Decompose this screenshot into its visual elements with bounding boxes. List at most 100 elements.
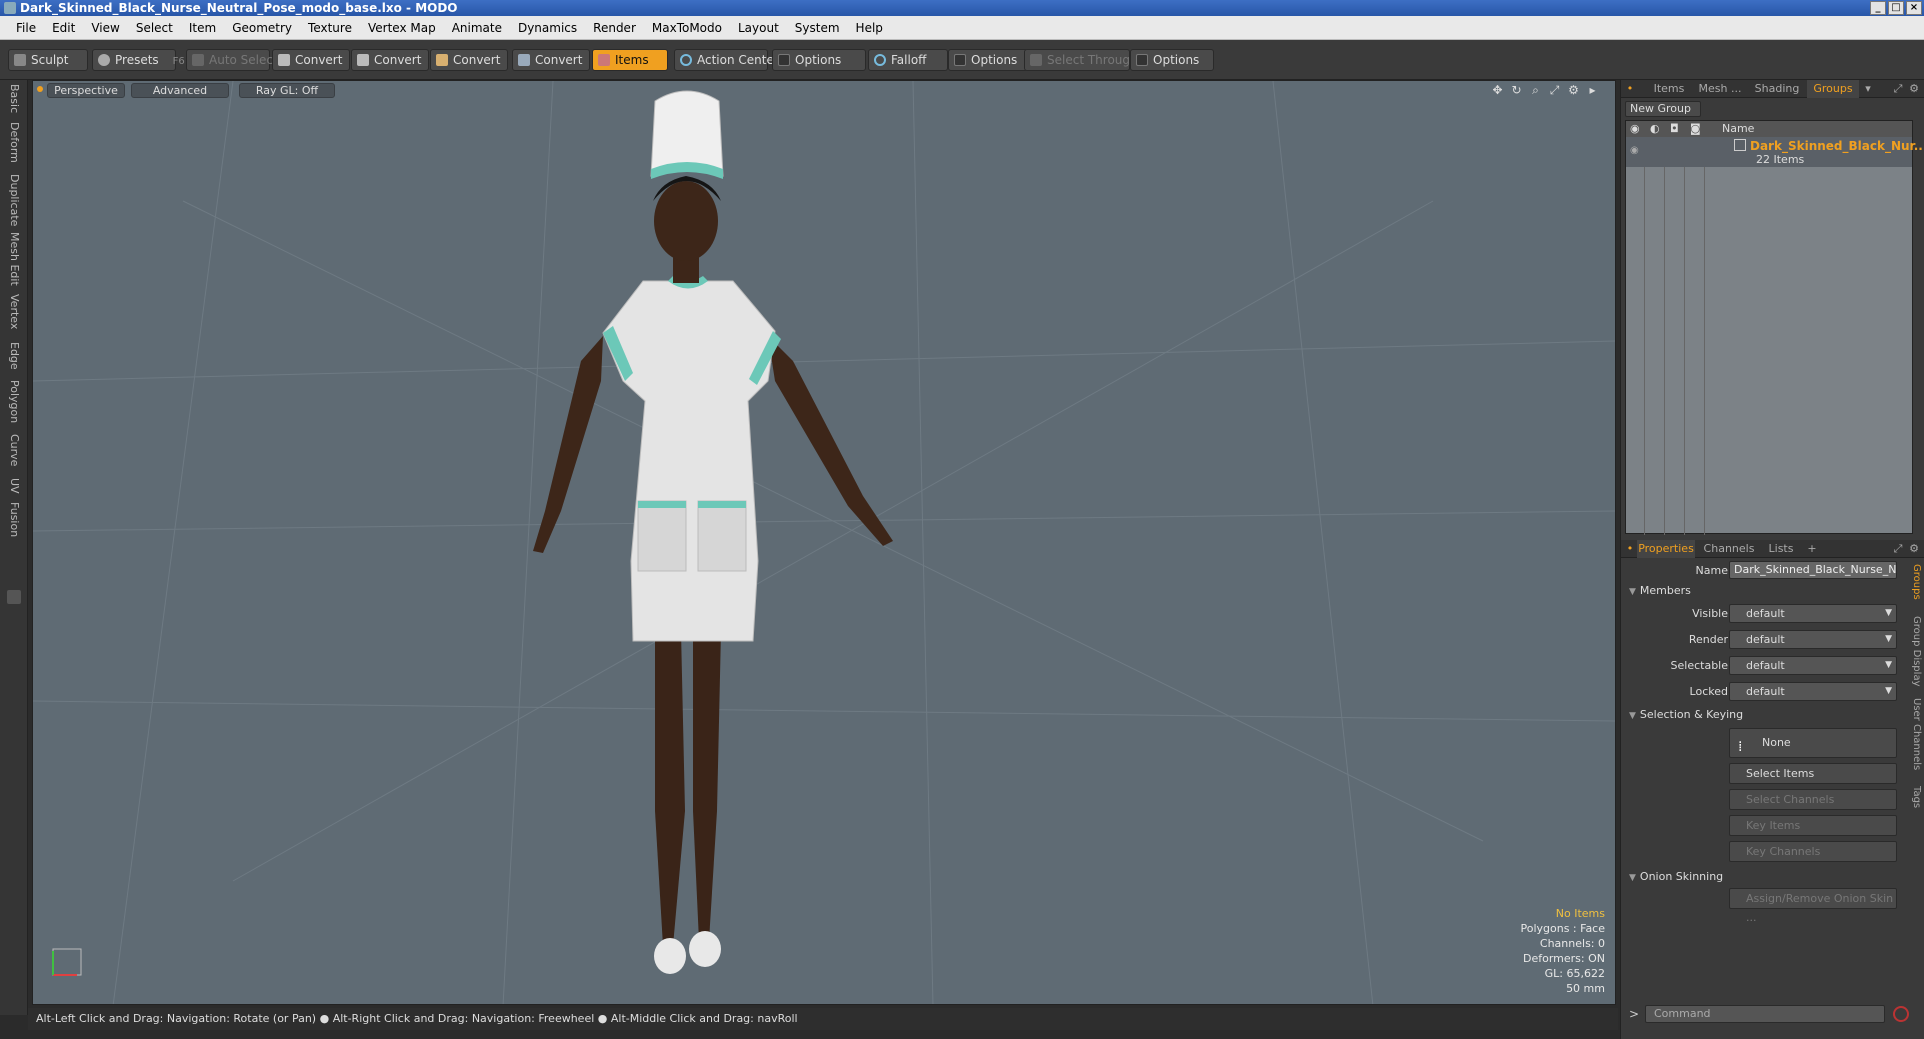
menu-geometry[interactable]: Geometry bbox=[232, 21, 292, 35]
tab-lists[interactable]: Lists bbox=[1761, 540, 1801, 558]
tab-uv[interactable]: UV bbox=[4, 478, 24, 494]
visible-dropdown[interactable]: default ▼ bbox=[1729, 604, 1897, 623]
zoom-icon[interactable]: ⌕ bbox=[1529, 84, 1542, 97]
action-center-options-button[interactable]: Options bbox=[772, 49, 866, 71]
panel-toggle-icon[interactable] bbox=[7, 590, 21, 604]
selectable-dropdown[interactable]: default ▼ bbox=[1729, 656, 1897, 675]
expand-icon[interactable]: ⤢ bbox=[1891, 540, 1905, 558]
action-center-button[interactable]: Action Center bbox=[674, 49, 779, 71]
tab-channels[interactable]: Channels bbox=[1701, 540, 1757, 558]
new-group-button[interactable]: New Group bbox=[1625, 101, 1701, 117]
sculpt-button[interactable]: Sculpt bbox=[8, 49, 88, 71]
add-tab-icon[interactable]: + bbox=[1805, 540, 1819, 558]
tab-polygon[interactable]: Polygon bbox=[4, 380, 24, 423]
3d-viewport[interactable]: Perspective Advanced Ray GL: Off ✥ ↻ ⌕ ⤢… bbox=[32, 80, 1616, 1005]
select-through-options-button[interactable]: Options bbox=[1130, 49, 1214, 71]
tab-mesh-edit[interactable]: Mesh Edit bbox=[4, 232, 24, 286]
menu-dynamics[interactable]: Dynamics bbox=[518, 21, 577, 35]
menu-item[interactable]: Item bbox=[189, 21, 216, 35]
key-channels-button[interactable]: Key Channels bbox=[1729, 841, 1897, 862]
menu-maxtomodo[interactable]: MaxToModo bbox=[652, 21, 722, 35]
side-tab-user-channels[interactable]: User Channels bbox=[1908, 698, 1922, 770]
assign-onion-skin-button[interactable]: Assign/Remove Onion Skin ... bbox=[1729, 888, 1897, 924]
key-items-button[interactable]: Key Items bbox=[1729, 815, 1897, 836]
maximize-icon[interactable]: □ bbox=[1888, 1, 1904, 15]
locked-dropdown[interactable]: default ▼ bbox=[1729, 682, 1897, 701]
render-dropdown[interactable]: default ▼ bbox=[1729, 630, 1897, 649]
visibility-eye-icon[interactable]: ◉ bbox=[1630, 145, 1639, 156]
expand-arrow-icon[interactable]: ▸ bbox=[1586, 84, 1599, 97]
edge-cube-icon bbox=[357, 54, 369, 66]
raygl-button[interactable]: Ray GL: Off bbox=[239, 83, 335, 98]
menu-system[interactable]: System bbox=[795, 21, 840, 35]
menu-texture[interactable]: Texture bbox=[308, 21, 352, 35]
groups-list[interactable]: ◉ ◐ ◘ ◙ Name ◉ Dark_Skinned_Black_Nur...… bbox=[1625, 120, 1924, 535]
tab-edge[interactable]: Edge bbox=[4, 342, 24, 370]
presets-icon bbox=[98, 54, 110, 66]
render-icon[interactable]: ◐ bbox=[1650, 121, 1660, 137]
tab-curve[interactable]: Curve bbox=[4, 434, 24, 466]
convert-edge-button[interactable]: Convert bbox=[351, 49, 429, 71]
menu-file[interactable]: File bbox=[16, 21, 36, 35]
menu-view[interactable]: View bbox=[91, 21, 119, 35]
gear-icon[interactable]: ⚙ bbox=[1907, 540, 1921, 558]
viewport-menu-icon[interactable] bbox=[37, 86, 43, 92]
tab-properties[interactable]: Properties bbox=[1637, 540, 1695, 558]
side-tab-groups[interactable]: Groups bbox=[1908, 564, 1922, 600]
select-items-button[interactable]: Select Items bbox=[1729, 763, 1897, 784]
tab-deform[interactable]: Deform bbox=[4, 122, 24, 163]
members-section[interactable]: ▼ Members bbox=[1629, 584, 1691, 597]
perspective-button[interactable]: Perspective bbox=[47, 83, 125, 98]
convert-vertex-button[interactable]: Convert bbox=[272, 49, 350, 71]
rotate-icon[interactable]: ↻ bbox=[1510, 84, 1523, 97]
tab-mesh[interactable]: Mesh ... bbox=[1693, 80, 1747, 98]
close-icon[interactable]: × bbox=[1906, 1, 1922, 15]
tab-shading[interactable]: Shading bbox=[1749, 80, 1805, 98]
side-tab-group-display[interactable]: Group Display bbox=[1908, 616, 1922, 686]
select-icon[interactable]: ◙ bbox=[1690, 121, 1701, 137]
menu-animate[interactable]: Animate bbox=[452, 21, 502, 35]
tab-groups[interactable]: Groups bbox=[1807, 80, 1859, 98]
gear-icon[interactable]: ⚙ bbox=[1907, 80, 1921, 98]
menu-edit[interactable]: Edit bbox=[52, 21, 75, 35]
record-icon[interactable] bbox=[1893, 1006, 1909, 1022]
select-through-button[interactable]: Select Through bbox=[1024, 49, 1138, 71]
pan-icon[interactable]: ✥ bbox=[1491, 84, 1504, 97]
tab-fusion[interactable]: Fusion bbox=[4, 502, 24, 537]
items-mode-button[interactable]: Items bbox=[592, 49, 668, 71]
falloff-button[interactable]: Falloff bbox=[868, 49, 948, 71]
selection-keying-section[interactable]: ▼ Selection & Keying bbox=[1629, 708, 1743, 721]
panel-menu-icon[interactable]: • bbox=[1625, 540, 1635, 558]
eye-icon[interactable]: ◉ bbox=[1630, 121, 1640, 137]
minimize-icon[interactable]: _ bbox=[1870, 1, 1886, 15]
tab-items[interactable]: Items bbox=[1647, 80, 1691, 98]
name-field[interactable]: Dark_Skinned_Black_Nurse_Neut bbox=[1729, 561, 1897, 579]
tab-basic[interactable]: Basic bbox=[4, 84, 24, 113]
expand-icon[interactable]: ⤢ bbox=[1891, 80, 1905, 98]
command-input[interactable]: Command bbox=[1645, 1005, 1885, 1023]
convert-polygon-button[interactable]: Convert bbox=[430, 49, 508, 71]
falloff-options-button[interactable]: Options bbox=[948, 49, 1028, 71]
onion-skinning-section[interactable]: ▼ Onion Skinning bbox=[1629, 870, 1723, 883]
menu-layout[interactable]: Layout bbox=[738, 21, 779, 35]
convert-material-button[interactable]: Convert bbox=[512, 49, 590, 71]
lock-icon[interactable]: ◘ bbox=[1670, 121, 1679, 137]
polygon-cube-icon bbox=[436, 54, 448, 66]
fit-icon[interactable]: ⤢ bbox=[1548, 84, 1561, 97]
panel-menu-icon[interactable]: • bbox=[1625, 80, 1635, 98]
gear-icon[interactable]: ⚙ bbox=[1567, 84, 1580, 97]
presets-button[interactable]: Presets F6 bbox=[92, 49, 185, 71]
chevron-down-icon[interactable]: ▾ bbox=[1861, 80, 1875, 98]
tab-duplicate[interactable]: Duplicate bbox=[4, 174, 24, 226]
side-tab-tags[interactable]: Tags bbox=[1908, 786, 1922, 808]
select-channels-button[interactable]: Select Channels bbox=[1729, 789, 1897, 810]
advanced-button[interactable]: Advanced bbox=[131, 83, 229, 98]
group-row[interactable]: ◉ Dark_Skinned_Black_Nur... 22 Items bbox=[1626, 137, 1924, 167]
menu-vertex-map[interactable]: Vertex Map bbox=[368, 21, 436, 35]
tab-vertex[interactable]: Vertex bbox=[4, 294, 24, 329]
none-button[interactable]: ⁞ None bbox=[1729, 728, 1897, 758]
menu-help[interactable]: Help bbox=[856, 21, 883, 35]
menu-select[interactable]: Select bbox=[136, 21, 173, 35]
auto-select-button[interactable]: Auto Select bbox=[186, 49, 278, 71]
menu-render[interactable]: Render bbox=[593, 21, 636, 35]
